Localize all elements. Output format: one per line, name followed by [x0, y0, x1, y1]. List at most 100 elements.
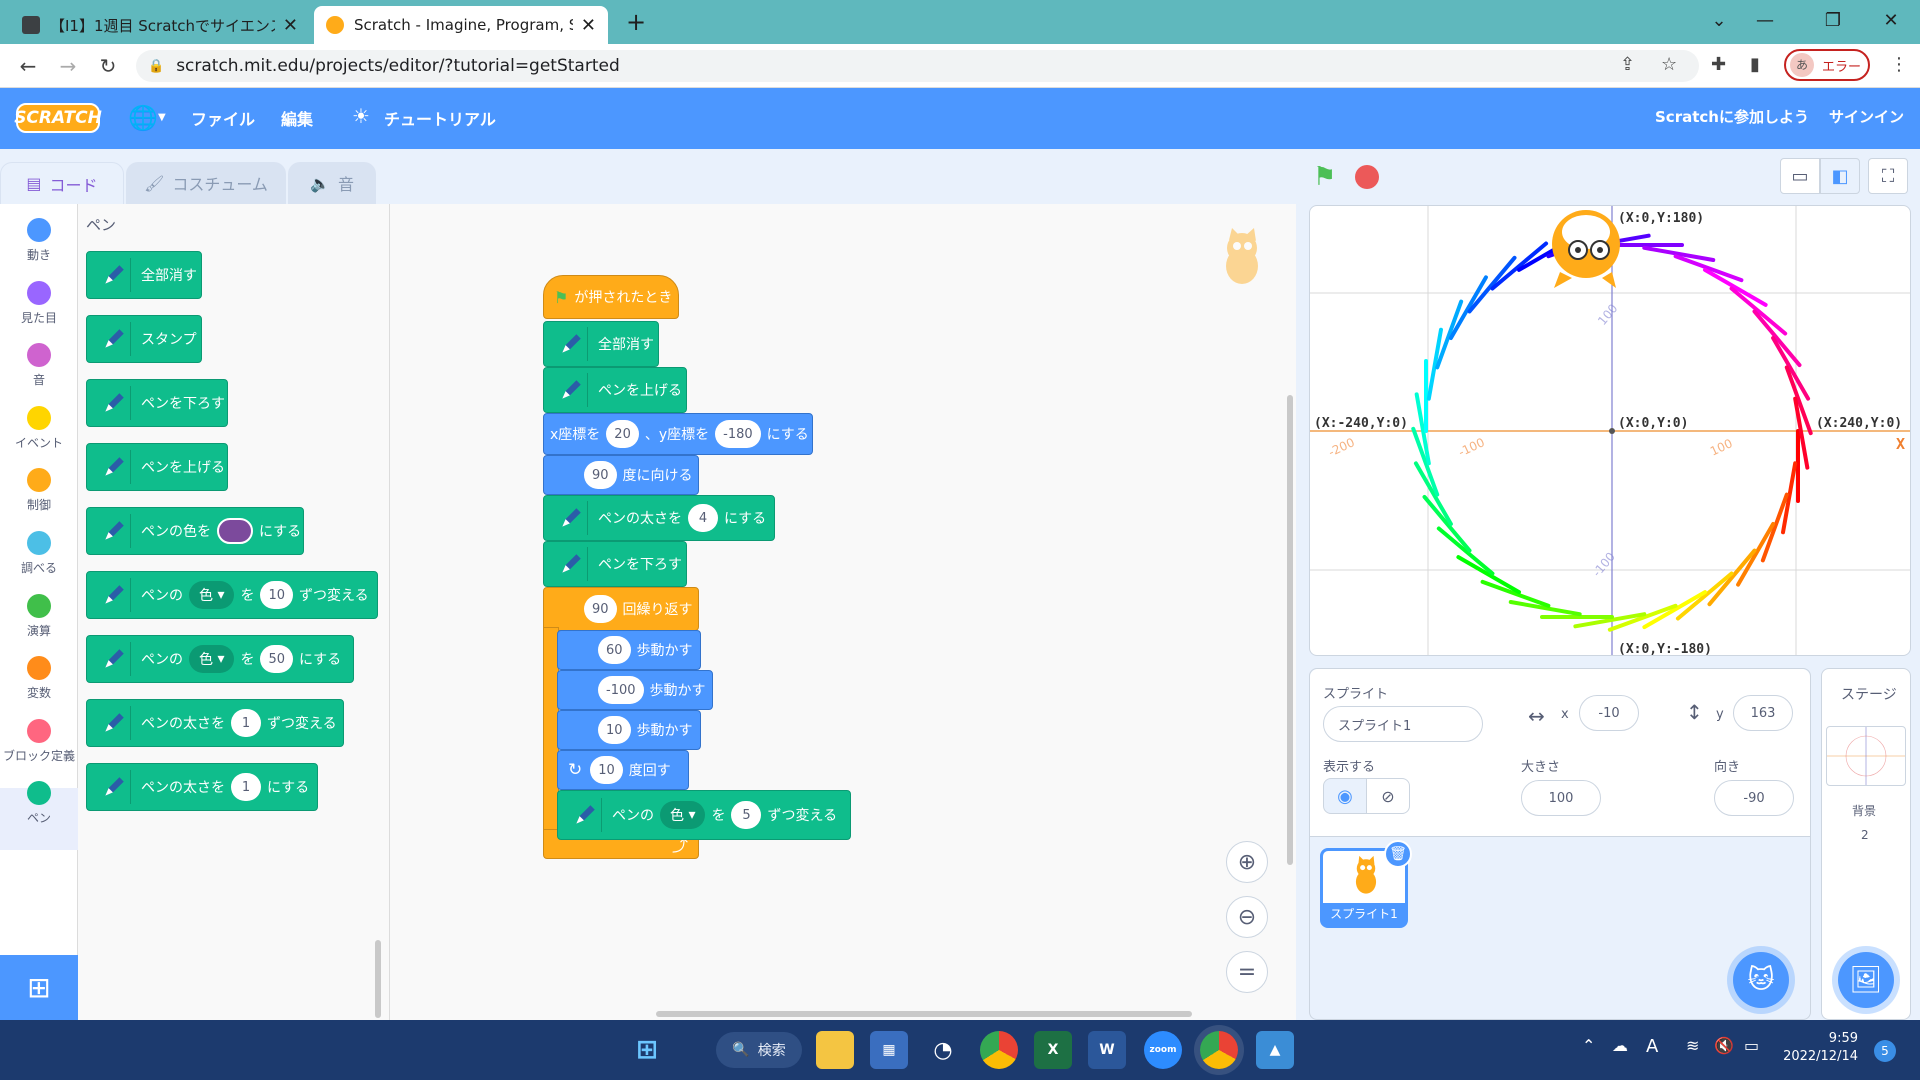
palette-scrollbar[interactable] [375, 940, 381, 1018]
script-horizontal-scrollbar[interactable] [656, 1011, 1192, 1017]
category-9[interactable]: ペン [0, 775, 78, 837]
param-dropdown[interactable]: 色 ▾ [189, 581, 235, 609]
tutorial-menu[interactable]: チュートリアル [384, 106, 496, 130]
battery-icon[interactable]: ▭ [1744, 1036, 1759, 1055]
category-8[interactable]: ブロック定義 [0, 713, 78, 775]
forward-icon[interactable]: → [52, 50, 84, 82]
clock[interactable]: 9:59 2022/12/14 [1776, 1031, 1858, 1064]
pen-down-block[interactable]: ペンを下ろす [543, 541, 687, 587]
language-globe-icon[interactable]: 🌐 [128, 104, 158, 132]
category-2[interactable]: 音 [0, 337, 78, 399]
windows-start-icon[interactable]: ⊞ [628, 1031, 666, 1069]
move-steps-block-2[interactable]: -100 歩動かす [557, 670, 713, 710]
zoom-out-button[interactable]: ⊖ [1226, 896, 1268, 938]
fullscreen-button[interactable]: ⛶ [1868, 158, 1908, 194]
zoom-in-button[interactable]: ⊕ [1226, 841, 1268, 883]
stage-canvas[interactable]: (X:-240,Y:0) (X:0,Y:0) (X:240,Y:0) (X:0,… [1309, 205, 1911, 656]
steps-input[interactable]: 60 [598, 636, 631, 664]
choose-sprite-button[interactable]: 🐱 [1733, 952, 1789, 1008]
palette-block-pen-down[interactable]: ペンを下ろす [86, 379, 228, 427]
palette-block-stamp[interactable]: スタンプ [86, 315, 202, 363]
hide-sprite-button[interactable]: ⊘ [1366, 778, 1410, 814]
green-flag-button[interactable]: ⚑ [1313, 162, 1336, 192]
share-icon[interactable]: ⇪ [1620, 54, 1635, 75]
more-menu-icon[interactable]: ⋮ [1890, 54, 1908, 75]
edit-menu[interactable]: 編集 [281, 106, 313, 130]
back-icon[interactable]: ← [12, 50, 44, 82]
palette-block-change-size[interactable]: ペンの太さを 1 ずつ変える [86, 699, 344, 747]
signin-link[interactable]: サインイン [1829, 106, 1904, 127]
minimize-button[interactable]: — [1742, 4, 1788, 36]
close-window-button[interactable]: ✕ [1868, 4, 1914, 36]
repeat-count-input[interactable]: 90 [584, 595, 617, 623]
chrome-icon[interactable] [980, 1031, 1018, 1069]
category-1[interactable]: 見た目 [0, 275, 78, 337]
palette-block-set-size[interactable]: ペンの太さを 1 にする [86, 763, 318, 811]
direction-input[interactable]: -90 [1714, 780, 1794, 816]
param-dropdown[interactable]: 色 ▾ [660, 801, 706, 829]
palette-block-set-param[interactable]: ペンの 色 ▾ を 50 にする [86, 635, 354, 683]
small-stage-button[interactable]: ▭ [1780, 158, 1820, 194]
category-5[interactable]: 調べる [0, 525, 78, 587]
ime-icon[interactable]: A [1646, 1036, 1658, 1057]
tab-costume[interactable]: 🖌 コスチューム [126, 162, 286, 204]
stage-thumbnail[interactable] [1826, 726, 1906, 786]
steps-input[interactable]: 10 [598, 716, 631, 744]
wifi-icon[interactable]: ≋ [1686, 1036, 1699, 1055]
store-icon[interactable]: ▦ [870, 1031, 908, 1069]
move-steps-block-1[interactable]: 60 歩動かす [557, 630, 701, 670]
script-area[interactable] [390, 204, 1296, 1020]
palette-block-change-param[interactable]: ペンの 色 ▾ を 10 ずつ変える [86, 571, 378, 619]
palette-block-set-color[interactable]: ペンの色を にする [86, 507, 304, 555]
show-sprite-button[interactable]: ◉ [1323, 778, 1367, 814]
repeat-header[interactable]: 90 回繰り返す [543, 587, 699, 631]
number-input[interactable]: 5 [731, 801, 762, 829]
word-icon[interactable]: W [1088, 1031, 1126, 1069]
size-input[interactable]: 100 [1521, 780, 1601, 816]
y-position-input[interactable]: 163 [1733, 695, 1793, 731]
when-flag-clicked-block[interactable]: ⚑ が押されたとき [543, 275, 679, 319]
browser-tab-1[interactable]: 【I1】1週目 Scratchでサイエンスアート ✕ [10, 6, 310, 44]
extensions-icon[interactable]: ✚ [1711, 54, 1726, 75]
choose-backdrop-button[interactable]: 🖼 [1838, 952, 1894, 1008]
speedometer-icon[interactable]: ◔ [924, 1031, 962, 1069]
sprite-cat[interactable] [1552, 210, 1620, 288]
tab-search-icon[interactable]: ⌄ [1696, 4, 1742, 36]
x-position-input[interactable]: -10 [1579, 695, 1639, 731]
bookmark-star-icon[interactable]: ☆ [1661, 54, 1677, 75]
pen-up-block[interactable]: ペンを上げる [543, 367, 687, 413]
file-menu[interactable]: ファイル [191, 106, 255, 130]
palette-block-pen-up[interactable]: ペンを上げる [86, 443, 228, 491]
category-0[interactable]: 動き [0, 212, 78, 274]
category-6[interactable]: 演算 [0, 588, 78, 650]
zoom-app-icon[interactable]: zoom [1144, 1031, 1182, 1069]
category-4[interactable]: 制御 [0, 462, 78, 524]
side-panel-icon[interactable]: ▮ [1750, 54, 1760, 75]
number-input[interactable]: 1 [231, 773, 261, 801]
number-input[interactable]: 1 [231, 709, 261, 737]
tray-chevron-icon[interactable]: ⌃ [1582, 1036, 1595, 1055]
change-pen-param-block[interactable]: ペンの 色 ▾ を 5 ずつ変える [557, 790, 851, 840]
browser-tab-2[interactable]: Scratch - Imagine, Program, Share ✕ [314, 6, 608, 44]
direction-input[interactable]: 90 [584, 461, 617, 489]
steps-input[interactable]: -100 [598, 676, 644, 704]
degrees-input[interactable]: 10 [590, 756, 623, 784]
tab-code[interactable]: ▤ コード [0, 162, 124, 204]
onedrive-icon[interactable]: ☁ [1612, 1036, 1628, 1055]
file-explorer-icon[interactable] [816, 1031, 854, 1069]
chrome-active-icon[interactable] [1200, 1031, 1238, 1069]
profile-button[interactable]: あ エラー [1784, 49, 1870, 81]
zoom-reset-button[interactable]: = [1226, 951, 1268, 993]
number-input[interactable]: 50 [260, 645, 294, 673]
number-input[interactable]: 10 [260, 581, 294, 609]
sprite-name-input[interactable]: スプライト1 [1323, 706, 1483, 742]
close-tab-icon[interactable]: ✕ [283, 15, 298, 36]
category-7[interactable]: 変数 [0, 650, 78, 712]
script-vertical-scrollbar[interactable] [1287, 395, 1293, 865]
add-extension-button[interactable]: ⊞ [0, 955, 78, 1020]
stop-button[interactable] [1355, 165, 1379, 189]
delete-sprite-button[interactable]: 🗑 [1384, 840, 1412, 868]
reload-icon[interactable]: ↻ [92, 50, 124, 82]
scratch-logo[interactable]: SCRATCH [14, 103, 102, 133]
photos-icon[interactable]: ▲ [1256, 1031, 1294, 1069]
